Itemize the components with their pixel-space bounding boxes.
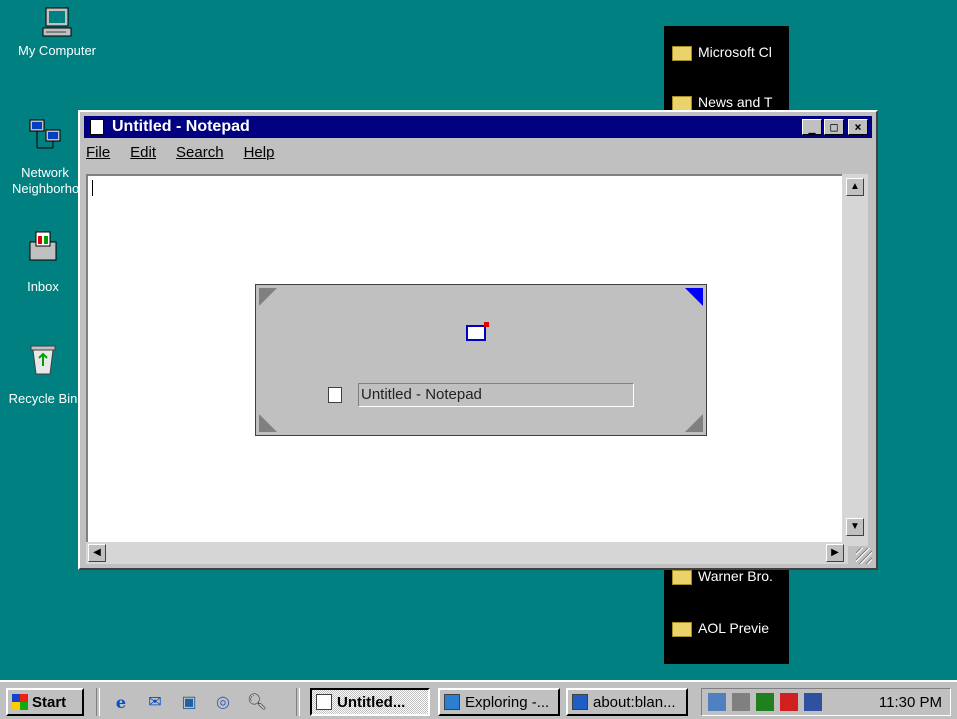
minimize-button[interactable]: _ [802,119,822,135]
internet-explorer-icon[interactable]: e [110,691,132,713]
window-title: Untitled - Notepad [112,118,250,135]
taskbar-separator [96,688,100,716]
explorer-icon [444,694,460,710]
internet-explorer-icon [572,694,588,710]
clock[interactable]: 11:30 PM [879,694,942,711]
maximize-button[interactable]: □ [824,119,844,135]
notepad-icon [90,119,104,135]
text-caret [92,180,93,196]
display-settings-icon[interactable] [804,693,822,711]
scroll-up-button[interactable]: ▲ [846,178,864,196]
panel-item-news[interactable]: News and T [672,94,787,111]
switcher-corner-bottom-left [259,414,277,432]
desktop-icon-label: My Computer [17,43,97,58]
folder-icon [672,95,692,111]
volume-icon[interactable] [732,693,750,711]
msn-icon[interactable] [780,693,798,711]
network-tray-icon[interactable] [708,693,726,711]
start-button[interactable]: Start [6,688,84,716]
task-notepad[interactable]: Untitled... [310,688,430,716]
desktop-icon-inbox[interactable]: Inbox [10,230,76,294]
close-button[interactable]: × [848,119,868,135]
menu-edit[interactable]: Edit [130,144,156,161]
outlook-express-icon[interactable]: ✉ [144,691,166,713]
scroll-down-button[interactable]: ▼ [846,518,864,536]
panel-item-aol[interactable]: AOL Previe [672,620,787,637]
task-switcher: Untitled - Notepad [255,284,707,436]
desktop-icon-network-neighborhood[interactable]: Network Neighborhood [12,118,78,197]
task-about-blank[interactable]: about:blan... [566,688,688,716]
notepad-titlebar[interactable]: Untitled - Notepad _ □ × [84,116,872,138]
taskbar-separator [296,688,300,716]
menu-file[interactable]: File [86,144,110,161]
search-icon[interactable]: 🔍︎ [246,691,268,713]
desktop-icon-label: Recycle Bin [8,391,78,406]
notepad-window-icon[interactable] [466,322,489,341]
switcher-corner-top-right [685,288,703,306]
desktop-icon-label: Inbox [27,279,59,294]
switcher-label: Untitled - Notepad [358,383,634,407]
network-icon [29,119,61,149]
notepad-icon [328,387,342,403]
menu-help[interactable]: Help [244,144,275,161]
scroll-left-button[interactable]: ◀ [88,544,106,562]
channels-icon[interactable]: ◎ [212,691,234,713]
vertical-scrollbar[interactable]: ▲ ▼ [842,174,868,546]
menu-search[interactable]: Search [176,144,224,161]
notepad-icon [316,694,332,710]
inbox-icon [29,231,57,261]
computer-icon [42,7,72,37]
horizontal-scrollbar[interactable]: ◀ ▶ [86,542,848,564]
desktop-icon-my-computer[interactable]: My Computer [12,6,102,58]
scroll-right-button[interactable]: ▶ [826,544,844,562]
menu-bar: File Edit Search Help [86,144,274,161]
panel-item-microsoft[interactable]: Microsoft Cl [672,44,787,61]
resize-grip[interactable] [856,548,872,564]
folder-icon [672,569,692,585]
desktop-icon-recycle-bin[interactable]: Recycle Bin [8,342,78,406]
scheduler-icon[interactable] [756,693,774,711]
windows-logo-icon [12,694,28,710]
switcher-corner-bottom-right [685,414,703,432]
recycle-bin-icon [30,345,56,375]
folder-icon [672,45,692,61]
panel-item-warner[interactable]: Warner Bro. [672,568,787,585]
show-desktop-icon[interactable]: ▣ [178,691,200,713]
folder-icon [672,621,692,637]
task-exploring[interactable]: Exploring -... [438,688,560,716]
switcher-corner-top-left [259,288,277,306]
taskbar: Start e ✉ ▣ ◎ 🔍︎ Untitled... Exploring -… [0,680,957,719]
system-tray: 11:30 PM [701,688,951,716]
desktop-icon-label: Network Neighborhood [12,165,78,196]
